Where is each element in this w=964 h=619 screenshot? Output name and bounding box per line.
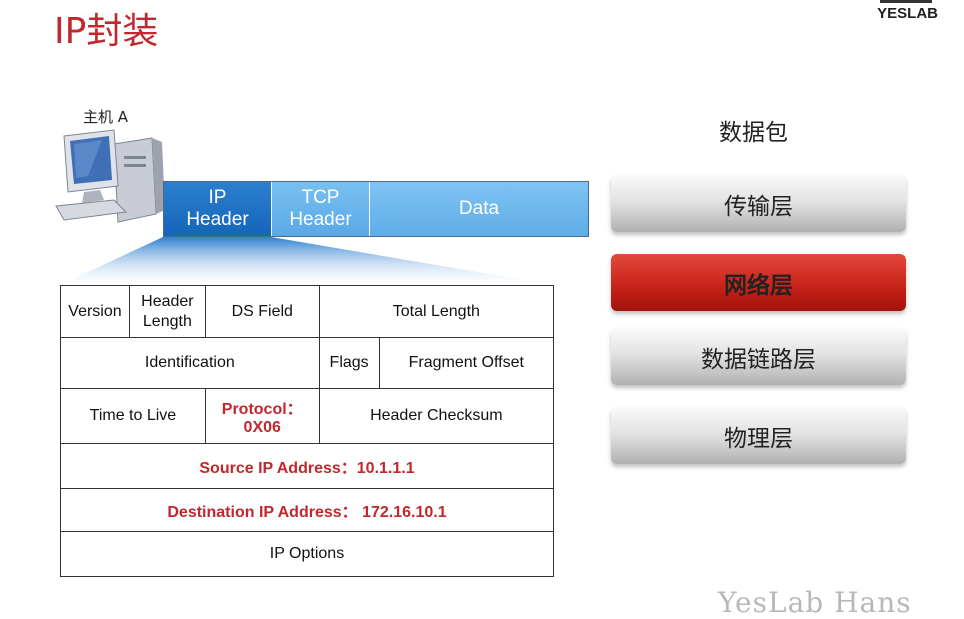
ip-header-segment: IP Header bbox=[164, 182, 272, 236]
brand-logo: YESLAB bbox=[877, 5, 938, 22]
packet-label: 数据包 bbox=[719, 120, 788, 146]
layer-transport: 传输层 bbox=[611, 175, 906, 232]
ds-field-cell: DS Field bbox=[204, 285, 320, 338]
ttl-cell: Time to Live bbox=[60, 388, 206, 444]
destination-ip-cell: Destination IP Address： 172.16.10.1 bbox=[60, 488, 554, 532]
ip-header-table: Version Header Length DS Field Total Len… bbox=[60, 285, 555, 577]
protocol-cell: Protocol：0X06 bbox=[204, 388, 320, 444]
data-label: Data bbox=[458, 198, 500, 219]
layer-label: 网络层 bbox=[724, 272, 793, 299]
tcp-header-segment: TCP Header bbox=[272, 182, 370, 236]
header-length-label: Header Length bbox=[141, 292, 194, 330]
flags-cell: Flags bbox=[318, 337, 380, 389]
table-row: Destination IP Address： 172.16.10.1 bbox=[60, 488, 554, 532]
table-row: Version Header Length DS Field Total Len… bbox=[60, 285, 555, 338]
layer-label: 物理层 bbox=[724, 425, 793, 452]
layer-network: 网络层 bbox=[611, 254, 906, 311]
brand-logo-bar bbox=[880, 0, 932, 3]
header-length-cell: Header Length bbox=[128, 285, 206, 338]
host-label: 主机 A bbox=[83, 108, 129, 126]
total-length-cell: Total Length bbox=[318, 285, 555, 338]
table-row: Time to Live Protocol：0X06 Header Checks… bbox=[60, 388, 555, 444]
identification-cell: Identification bbox=[60, 337, 320, 389]
header-checksum-cell: Header Checksum bbox=[318, 388, 555, 444]
computer-icon bbox=[55, 129, 165, 223]
data-segment: Data bbox=[370, 182, 588, 236]
expansion-fan bbox=[60, 237, 554, 285]
layer-label: 传输层 bbox=[724, 193, 793, 220]
table-row: Identification Flags Fragment Offset bbox=[60, 337, 555, 389]
page-title: IP封装 bbox=[54, 11, 159, 52]
version-cell: Version bbox=[60, 285, 130, 338]
fragment-offset-cell: Fragment Offset bbox=[378, 337, 555, 389]
source-ip-cell: Source IP Address：10.1.1.1 bbox=[60, 443, 554, 489]
table-row: IP Options bbox=[60, 531, 554, 577]
tcp-header-label: TCP Header bbox=[289, 187, 352, 230]
ip-options-cell: IP Options bbox=[60, 531, 554, 577]
layer-label: 数据链路层 bbox=[701, 346, 816, 373]
layer-data-link: 数据链路层 bbox=[611, 328, 906, 385]
layer-physical: 物理层 bbox=[611, 407, 906, 464]
watermark: YesLab Hans bbox=[718, 586, 912, 619]
packet-bar: IP Header TCP Header Data bbox=[163, 181, 589, 237]
table-row: Source IP Address：10.1.1.1 bbox=[60, 443, 554, 489]
ip-header-label: IP Header bbox=[186, 187, 249, 230]
